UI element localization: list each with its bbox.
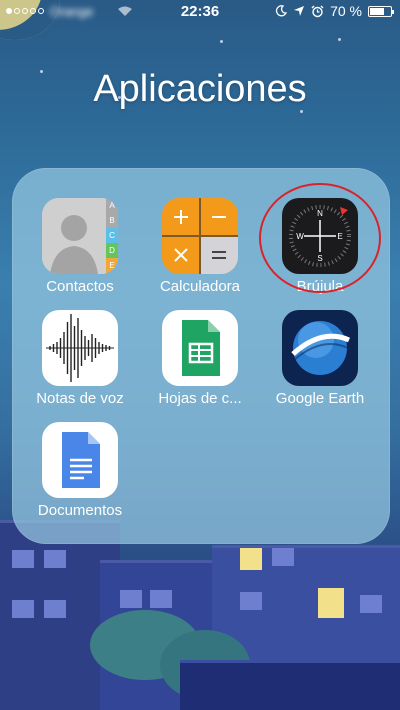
window: [44, 550, 66, 568]
battery-icon: [368, 5, 394, 17]
calculator-icon: [162, 198, 238, 274]
docs-icon: [42, 422, 118, 498]
app-hojas-de-calculo[interactable]: Hojas de c...: [140, 310, 260, 407]
star: [338, 38, 341, 41]
location-arrow-icon: [294, 6, 305, 16]
window: [12, 600, 34, 618]
contacts-tabs: ABCDE: [109, 201, 115, 270]
contacts-icon: ABCDE: [42, 198, 118, 274]
app-notas-de-voz[interactable]: Notas de voz: [20, 310, 140, 407]
status-bar: Orange 22:36 70 %: [0, 0, 400, 24]
window: [360, 595, 382, 613]
alarm-icon: [311, 5, 324, 17]
moon-dnd-icon: [275, 5, 288, 17]
app-label: Google Earth: [275, 390, 365, 407]
window: [272, 548, 294, 566]
app-calculadora[interactable]: Calculadora: [140, 198, 260, 295]
window: [12, 550, 34, 568]
folder-title[interactable]: Aplicaciones: [0, 68, 400, 111]
window: [120, 590, 142, 608]
app-contactos[interactable]: ABCDE Contactos: [20, 198, 140, 295]
voice-memos-icon: [42, 310, 118, 386]
app-label: Contactos: [46, 278, 114, 295]
google-earth-icon: [282, 310, 358, 386]
window-lit: [240, 548, 262, 570]
battery-level: [370, 7, 384, 15]
highlight-circle: [259, 183, 381, 293]
home-screen: Orange 22:36 70 % Aplicaciones A B C D E…: [0, 0, 400, 710]
star: [220, 40, 223, 43]
window: [240, 592, 262, 610]
window-lit: [318, 588, 344, 618]
app-label: Documentos: [37, 502, 123, 519]
roof: [180, 660, 400, 710]
window: [150, 590, 172, 608]
app-google-earth[interactable]: Google Earth: [260, 310, 380, 407]
window: [44, 600, 66, 618]
app-label: Calculadora: [159, 278, 241, 295]
app-label: Hojas de c...: [158, 390, 242, 407]
app-documentos[interactable]: Documentos: [20, 422, 140, 519]
app-label: Notas de voz: [36, 390, 124, 407]
sheets-icon: [162, 310, 238, 386]
battery-percent: 70 %: [330, 3, 362, 19]
